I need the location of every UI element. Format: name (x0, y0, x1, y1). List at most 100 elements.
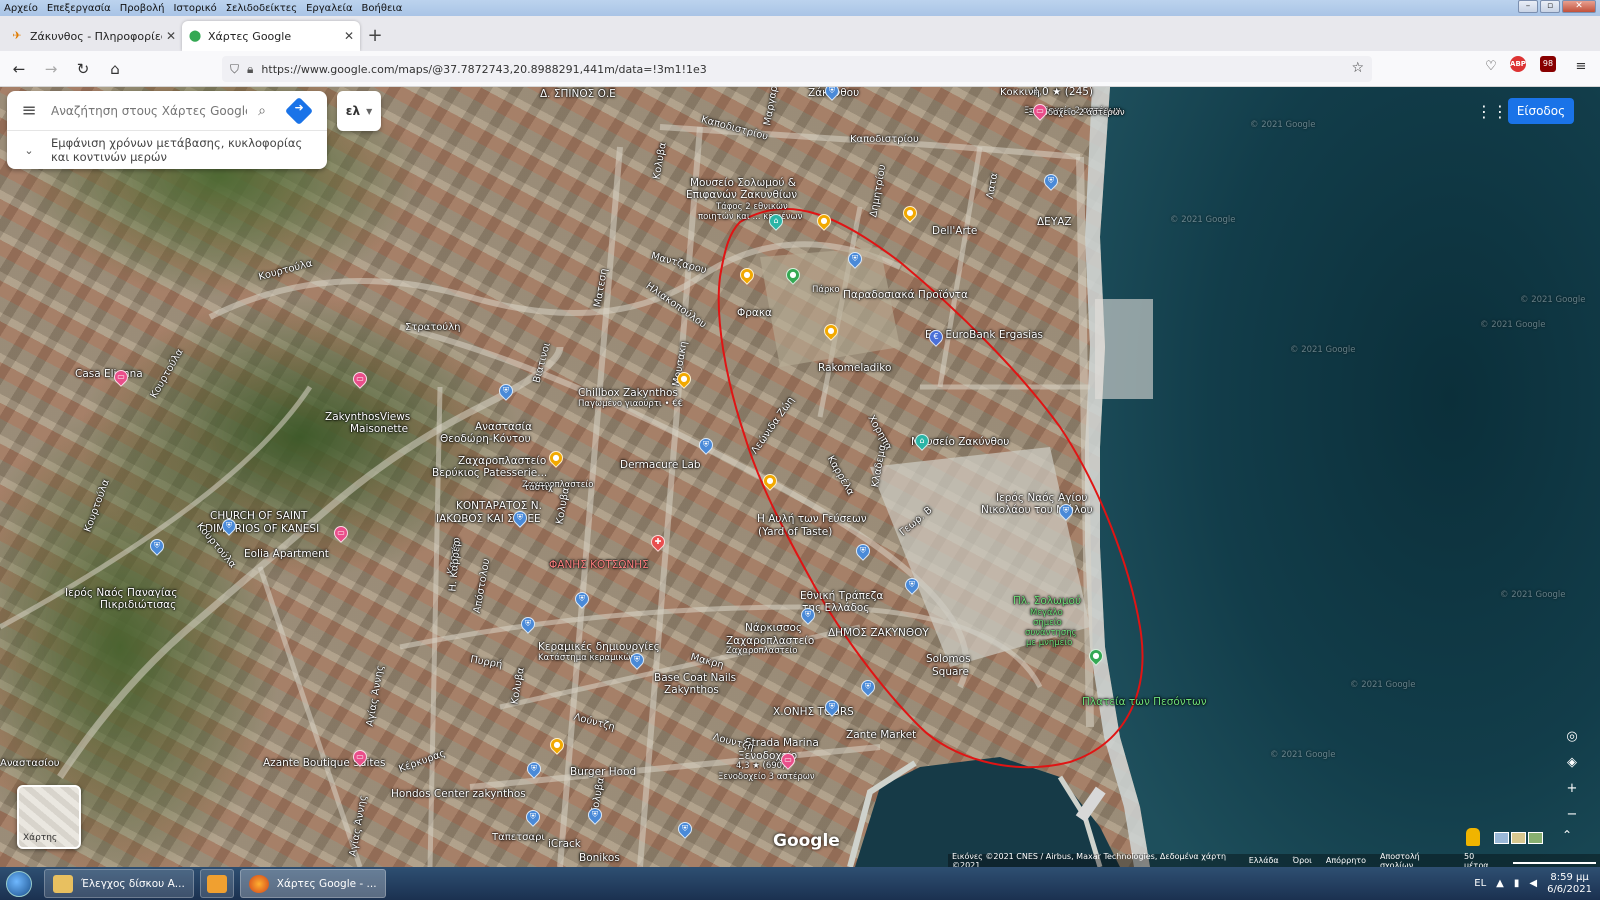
food-pin-icon[interactable]: ● (821, 321, 841, 342)
travel-pin-icon[interactable]: ⛨ (858, 677, 878, 698)
map-label[interactable]: Burger Hood (570, 766, 636, 778)
museum-pin-icon[interactable]: ⌂ (766, 211, 786, 232)
map-label[interactable]: ΚΟΝΤΑΡΑΤΟΣ Ν. (456, 500, 542, 512)
menu-history[interactable]: Ιστορικό (174, 3, 217, 14)
church-pin-icon[interactable]: ⛨ (147, 536, 167, 557)
chevron-up-icon[interactable]: ⌃ (1562, 828, 1572, 842)
map-label[interactable]: © 2021 Google (1500, 590, 1566, 600)
map-label[interactable]: Eolia Apartment (244, 548, 329, 560)
food-pin-icon[interactable]: ● (737, 265, 757, 286)
map-label[interactable]: Παραδοσιακά Προϊόντα (843, 289, 968, 301)
map-label[interactable]: Maisonette (350, 423, 408, 435)
map-label[interactable]: Ιερός Ναός Παναγίας (65, 587, 178, 599)
pegman-icon[interactable] (1466, 828, 1480, 846)
place-pin-icon[interactable]: ⛨ (902, 575, 922, 596)
menu-help[interactable]: Βοήθεια (362, 3, 403, 14)
directions-icon[interactable]: ➜ (284, 96, 314, 125)
tab-zakynthos[interactable]: ✈ Ζάκυνθος - Πληροφορίες για Ζ ✕ (4, 21, 182, 51)
map-label[interactable]: με μνημείο (1026, 638, 1072, 648)
map-label[interactable]: Πάρκο (812, 285, 840, 295)
adblock-icon[interactable]: ABP (1510, 56, 1532, 78)
map-label[interactable]: Στρατούλη (405, 322, 460, 334)
taskbar-item-disk-check[interactable]: Έλεγχος δίσκου Α... (44, 869, 194, 898)
volume-icon[interactable]: ◀ (1529, 878, 1537, 889)
map-label[interactable]: Χ.ΟΝΗΣ TOURS (773, 706, 854, 718)
map-label[interactable]: Βερύκιος Patesserie... (432, 467, 547, 479)
place-pin-icon[interactable]: ⛨ (822, 87, 842, 102)
shopping-pin-icon[interactable]: ⛨ (585, 805, 605, 826)
map-label[interactable]: Dell'Arte (932, 225, 977, 237)
museum-pin-icon[interactable]: ⌂ (912, 431, 932, 452)
shopping-pin-icon[interactable]: ⛨ (518, 614, 538, 635)
chevron-down-icon[interactable]: ⌄ (7, 144, 51, 157)
menu-tools[interactable]: Εργαλεία (306, 3, 352, 14)
thumbnail-1[interactable] (1494, 832, 1509, 844)
map-label[interactable]: 4,3 ★ (690) (736, 761, 785, 771)
shopping-pin-icon[interactable]: ⛨ (627, 650, 647, 671)
map-label[interactable]: Θεοδώρη-Κόντου (440, 433, 531, 445)
map-label[interactable]: Φρακα (737, 307, 772, 319)
map-label[interactable]: 4,0 ★ (245) (1032, 87, 1093, 98)
map-label[interactable]: Νάρκισσος (745, 622, 802, 634)
url-input[interactable] (261, 62, 1372, 76)
map-label[interactable]: Πλ. Σολωμού (1013, 595, 1081, 607)
taskbar-item-firefox[interactable]: Χάρτες Google - ... (239, 869, 386, 898)
bookmark-star-icon[interactable]: ☆ (1351, 60, 1364, 76)
map-label[interactable]: ποιητών και ... κειμένων (698, 212, 802, 222)
map-label[interactable]: Αναστασίου (0, 758, 60, 770)
hamburger-menu-icon[interactable]: ≡ (1570, 56, 1592, 78)
sign-in-button[interactable]: Είσοδος (1508, 98, 1574, 124)
hotel-pin-icon[interactable]: ▭ (350, 747, 370, 768)
map-label[interactable]: Πλατεία των Πεσόντων (1082, 696, 1207, 708)
apps-grid-icon[interactable]: ⋮⋮⋮ (1476, 102, 1524, 122)
minimize-button[interactable]: – (1518, 0, 1538, 13)
zoom-out-button[interactable]: − (1560, 804, 1584, 826)
pharmacy-pin-icon[interactable]: ✚ (648, 532, 668, 553)
map-label[interactable]: Παγωμένο γιαούρτι • €€ (578, 399, 683, 409)
menu-icon[interactable]: ≡ (7, 100, 51, 121)
map-label[interactable]: Casa Elianna (75, 368, 143, 380)
home-button[interactable]: ⌂ (102, 56, 128, 82)
map-label[interactable]: συνάντησης (1025, 628, 1077, 638)
language-indicator[interactable]: EL (1474, 878, 1486, 889)
menu-bookmarks[interactable]: Σελιδοδείκτες (226, 3, 297, 14)
map-label[interactable]: σημείο (1033, 618, 1062, 628)
map-label[interactable]: Κατάστημα κεραμικών (538, 653, 635, 663)
food-pin-icon[interactable]: ● (547, 735, 567, 756)
imagery-thumbnails[interactable] (1494, 832, 1543, 844)
map-label[interactable]: © 2021 Google (1170, 215, 1236, 225)
park-pin-icon[interactable]: ● (1086, 646, 1106, 667)
ublock-icon[interactable]: 98 (1540, 56, 1562, 78)
map-label[interactable]: Τάφος 2 εθνικών (716, 202, 788, 212)
church-pin-icon[interactable]: ⛨ (219, 516, 239, 537)
bank-pin-icon[interactable]: € (926, 327, 946, 348)
close-tab-icon[interactable]: ✕ (344, 29, 354, 43)
taskbar-item-media[interactable] (199, 869, 234, 898)
map-label[interactable]: ταστιχ (524, 483, 553, 493)
lock-icon[interactable]: 🔒︎ (247, 62, 253, 77)
map-label[interactable]: Bonikos (579, 852, 620, 864)
place-pin-icon[interactable]: ⛨ (510, 508, 530, 529)
map-label[interactable]: Solomos (926, 653, 971, 665)
hotel-pin-icon[interactable]: ▭ (1030, 101, 1050, 122)
tab-google-maps[interactable]: ⬤ Χάρτες Google ✕ (182, 21, 360, 51)
map-label[interactable]: Νικολάου του Μώλου (981, 504, 1093, 516)
map-label[interactable]: Μουσείο Σολωμού & (690, 177, 796, 189)
map-label[interactable]: Δ. ΣΠΙΝΟΣ Ο.Ε (540, 88, 616, 100)
map-label[interactable]: Καποδιστρίου (850, 134, 919, 146)
region-link[interactable]: Ελλάδα (1249, 856, 1279, 865)
menu-edit[interactable]: Επεξεργασία (47, 3, 111, 14)
food-pin-icon[interactable]: ● (674, 369, 694, 390)
menu-view[interactable]: Προβολή (120, 3, 165, 14)
menu-file[interactable]: Αρχείο (4, 3, 38, 14)
travel-info-row[interactable]: ⌄ Εμφάνιση χρόνων μετάβασης, κυκλοφορίας… (7, 131, 327, 169)
food-pin-icon[interactable]: ● (546, 448, 566, 469)
terms-link[interactable]: Όροι (1293, 856, 1312, 865)
shopping-pin-icon[interactable]: ⛨ (696, 435, 716, 456)
reload-button[interactable]: ↻ (70, 56, 96, 82)
my-location-icon[interactable]: ◈ (1560, 752, 1584, 774)
shield-icon[interactable]: ⛉ (230, 62, 239, 77)
map-label[interactable]: Εθνική Τράπεζα (800, 590, 883, 602)
thumbnail-2[interactable] (1511, 832, 1526, 844)
map-label[interactable]: iCrack (548, 838, 581, 850)
